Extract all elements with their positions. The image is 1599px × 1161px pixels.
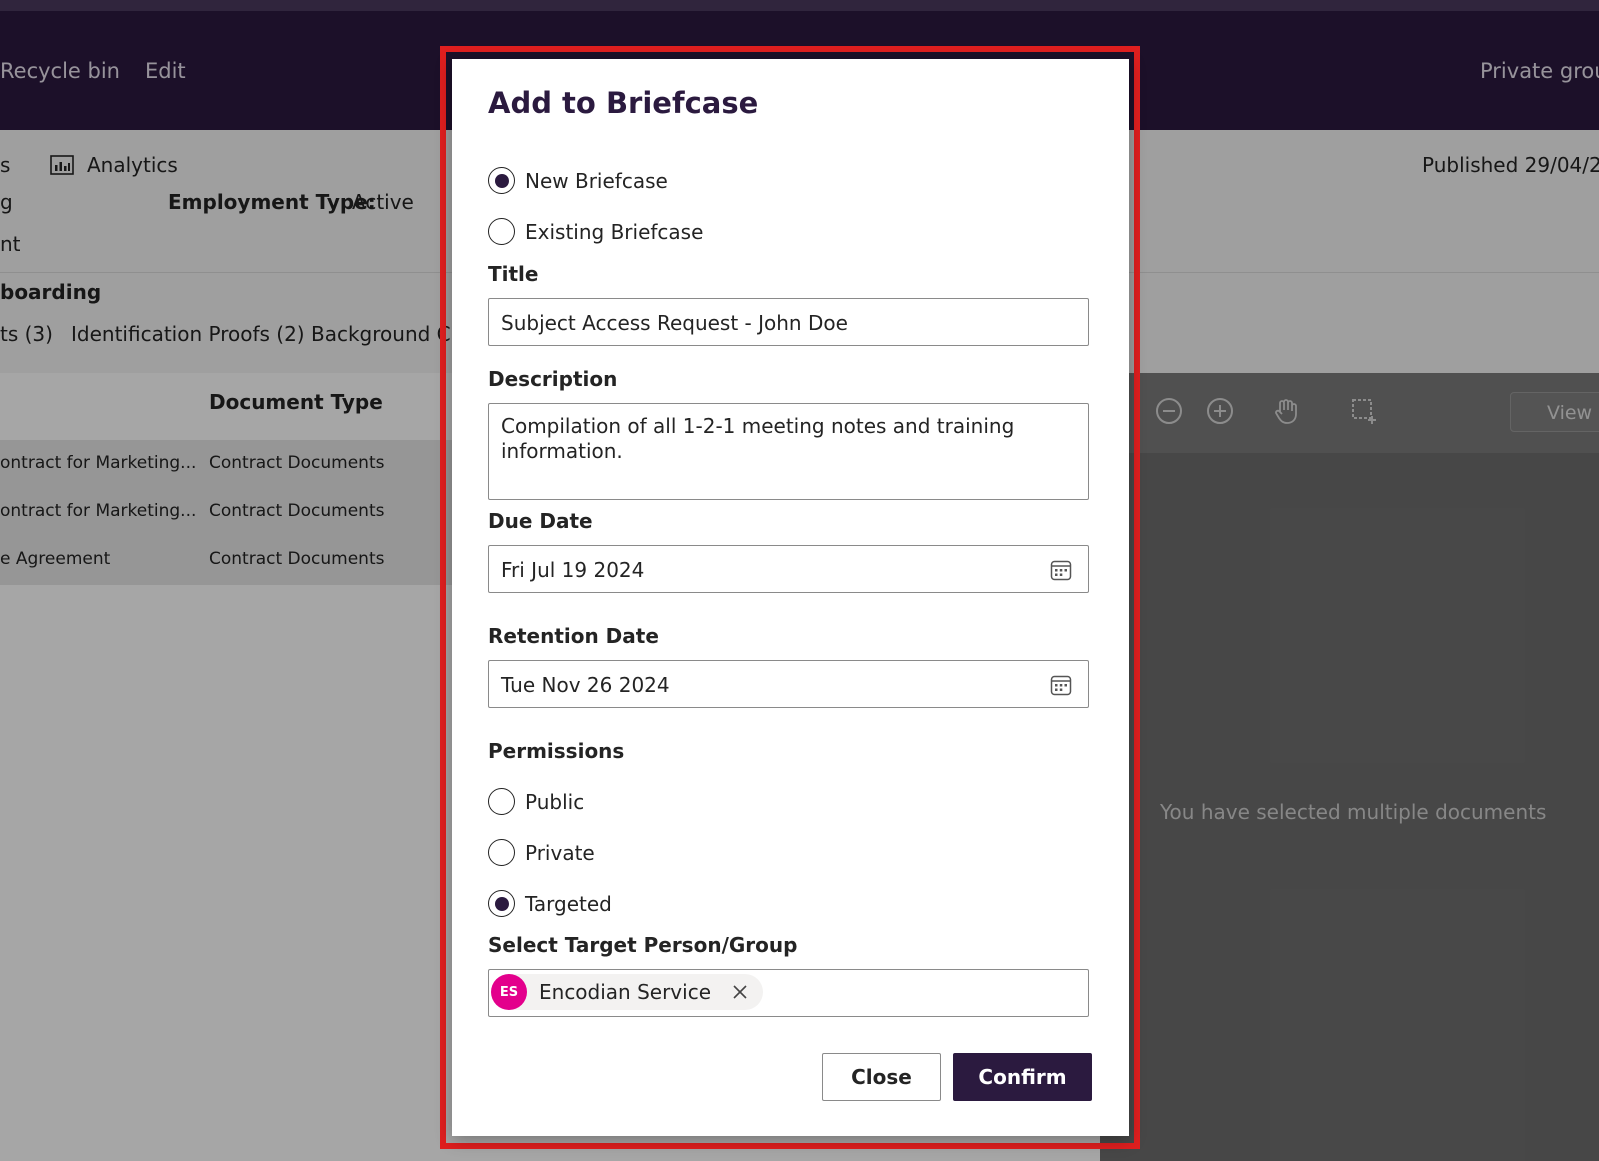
calendar-icon[interactable] (1050, 674, 1072, 696)
description-field-value[interactable]: Compilation of all 1-2-1 meeting notes a… (501, 414, 1061, 464)
radio-selected-dot (494, 173, 509, 188)
selected-person-pill: ES Encodian Service (491, 974, 764, 1010)
title-field[interactable]: Subject Access Request - John Doe (488, 298, 1089, 346)
permission-public-radio[interactable]: Public (488, 788, 584, 815)
description-label: Description (488, 367, 618, 391)
title-label: Title (488, 262, 539, 286)
radio-label[interactable]: Private (525, 841, 595, 865)
radio-circle[interactable] (488, 890, 515, 917)
due-date-value[interactable]: Fri Jul 19 2024 (501, 558, 644, 582)
radio-circle[interactable] (488, 218, 515, 245)
title-field-value[interactable]: Subject Access Request - John Doe (501, 311, 848, 335)
permission-private-radio[interactable]: Private (488, 839, 595, 866)
close-button[interactable]: Close (822, 1053, 941, 1101)
target-person-picker[interactable]: ES Encodian Service (488, 969, 1089, 1017)
existing-briefcase-radio[interactable]: Existing Briefcase (488, 218, 703, 245)
avatar: ES (491, 974, 527, 1010)
radio-label[interactable]: Targeted (525, 892, 612, 916)
new-briefcase-radio[interactable]: New Briefcase (488, 167, 668, 194)
due-date-label: Due Date (488, 509, 593, 533)
calendar-icon[interactable] (1050, 559, 1072, 581)
radio-selected-dot (494, 896, 509, 911)
radio-circle[interactable] (488, 839, 515, 866)
description-field[interactable]: Compilation of all 1-2-1 meeting notes a… (488, 403, 1089, 500)
close-icon[interactable] (731, 983, 749, 1001)
add-to-briefcase-dialog: Add to Briefcase New Briefcase Existing … (452, 59, 1129, 1136)
permission-targeted-radio[interactable]: Targeted (488, 890, 612, 917)
radio-label[interactable]: New Briefcase (525, 169, 668, 193)
permissions-label: Permissions (488, 739, 625, 763)
target-person-label: Select Target Person/Group (488, 933, 798, 957)
retention-date-label: Retention Date (488, 624, 659, 648)
confirm-button[interactable]: Confirm (953, 1053, 1092, 1101)
radio-label[interactable]: Public (525, 790, 584, 814)
radio-label[interactable]: Existing Briefcase (525, 220, 703, 244)
retention-date-value[interactable]: Tue Nov 26 2024 (501, 673, 670, 697)
due-date-field[interactable]: Fri Jul 19 2024 (488, 545, 1089, 593)
dialog-title: Add to Briefcase (488, 86, 759, 120)
person-name: Encodian Service (539, 980, 712, 1004)
radio-circle[interactable] (488, 788, 515, 815)
retention-date-field[interactable]: Tue Nov 26 2024 (488, 660, 1089, 708)
radio-circle[interactable] (488, 167, 515, 194)
